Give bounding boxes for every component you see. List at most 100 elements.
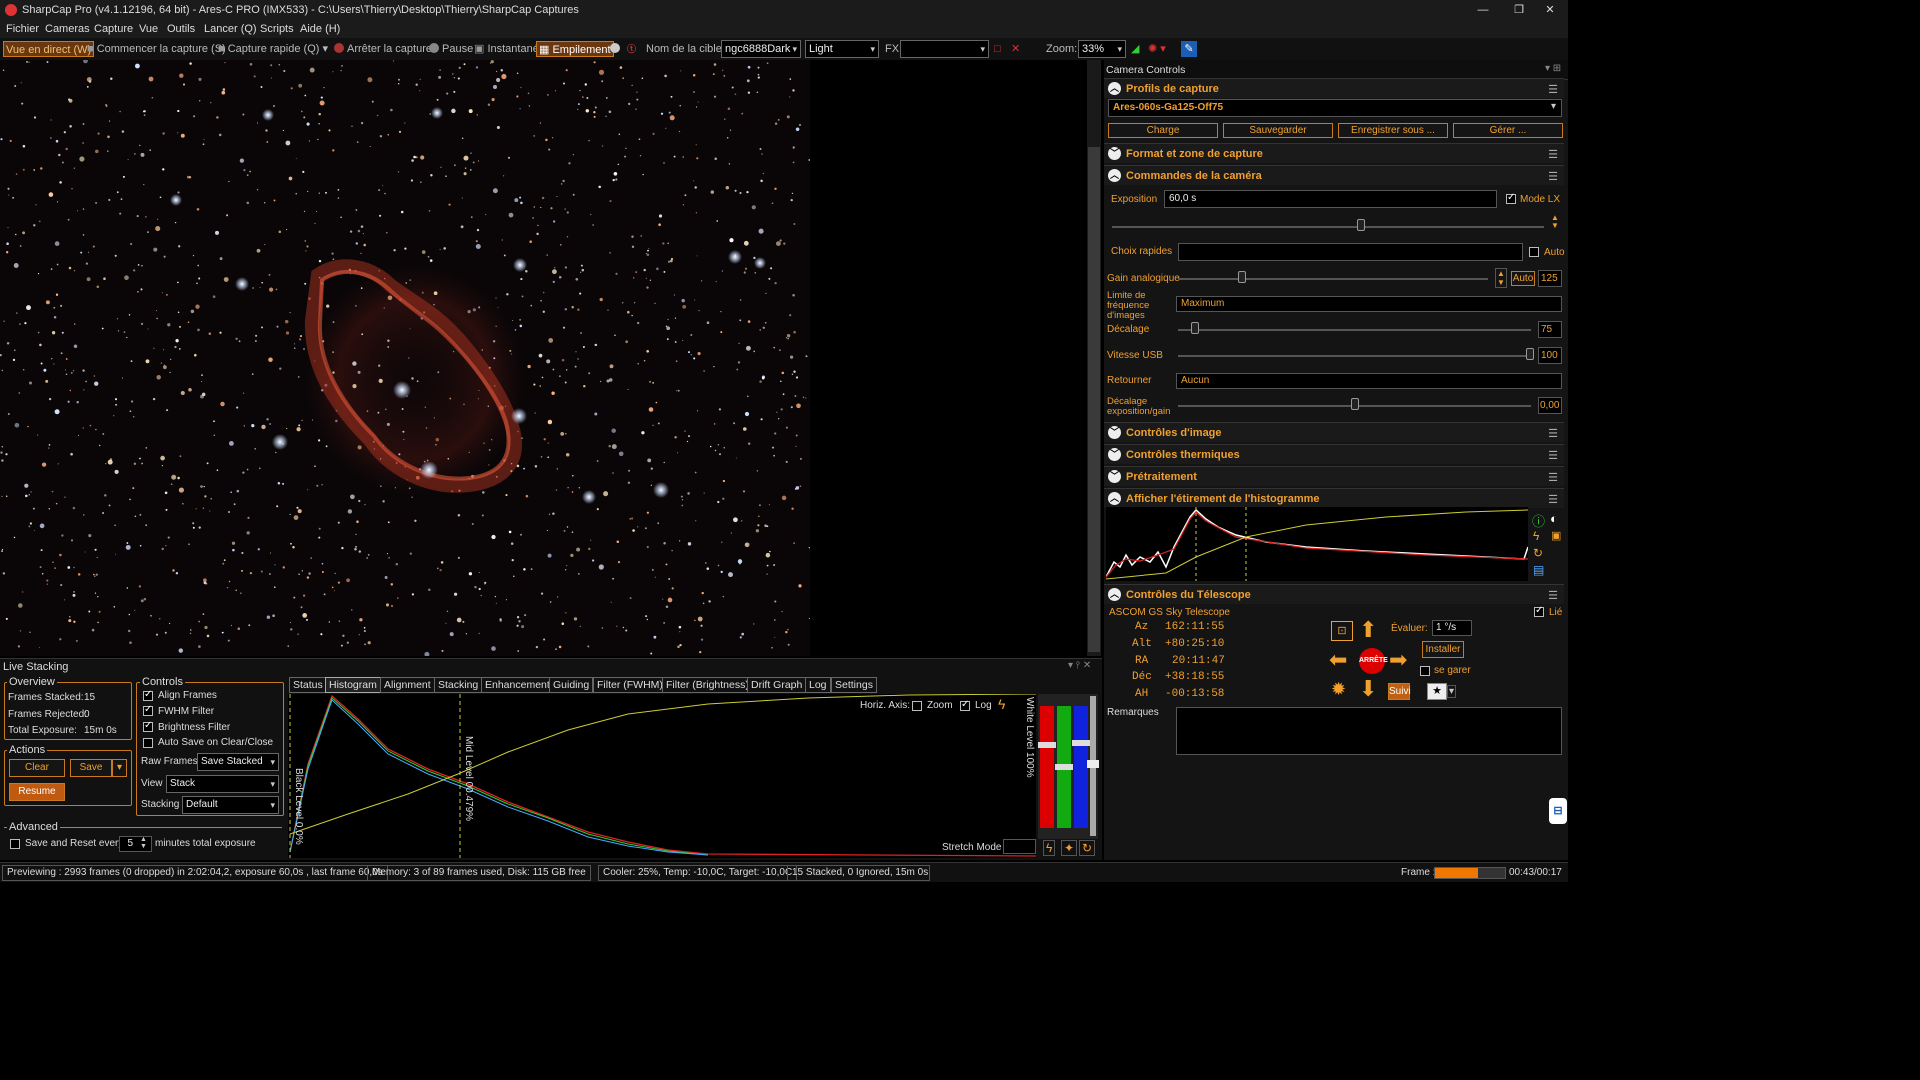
start-capture-button[interactable]: ■ Commencer la capture (S) — [87, 41, 226, 57]
expand-icon[interactable]: ﹀ — [1108, 448, 1121, 461]
stop-capture-button[interactable]: Arrêter la capture — [334, 41, 432, 57]
log-checkbox[interactable] — [960, 699, 970, 711]
menu-cameras[interactable]: Cameras — [45, 23, 90, 35]
brightness-filter-checkbox[interactable] — [143, 720, 153, 732]
tab-guiding[interactable]: Guiding — [549, 677, 594, 693]
profile-save-button[interactable]: Sauvegarder — [1223, 123, 1333, 138]
section-telescope-controls[interactable]: ︿ Contrôles du Télescope ☰ — [1104, 584, 1564, 604]
stretch-mode-select[interactable] — [1003, 839, 1036, 854]
red-level-bar[interactable] — [1040, 706, 1054, 828]
panel-controls-icon[interactable]: ▾ ⫯ ✕ — [1068, 660, 1091, 671]
zoom-checkbox[interactable] — [912, 701, 922, 711]
menu-scripts[interactable]: Scripts — [260, 23, 294, 35]
menu-tools[interactable]: Outils — [167, 23, 195, 35]
target-name-input[interactable]: ngc6888Dark — [721, 40, 801, 58]
offset-input[interactable]: 75 — [1538, 321, 1562, 338]
tab-filter-fwhm[interactable]: Filter (FWHM) — [593, 677, 667, 693]
tab-enhancement[interactable]: Enhancement — [481, 677, 554, 693]
gain-input[interactable]: 125 — [1538, 270, 1562, 287]
image-scrollbar-thumb[interactable] — [1088, 147, 1100, 652]
blue-mid-thumb[interactable] — [1072, 740, 1090, 746]
flip-select[interactable]: Aucun — [1176, 373, 1562, 389]
green-mid-thumb[interactable] — [1055, 764, 1073, 770]
auto-stretch-icon[interactable]: ⓘ — [1532, 511, 1545, 530]
fx-select[interactable] — [900, 40, 989, 58]
clear-button[interactable]: Clear — [9, 759, 65, 777]
arrow-left-icon[interactable]: ⬅ — [1329, 649, 1347, 671]
save-reset-checkbox[interactable] — [10, 839, 20, 849]
section-preprocessing[interactable]: ﹀ Prétraitement ☰ — [1104, 466, 1564, 486]
collapse-icon[interactable]: ︿ — [1108, 169, 1121, 182]
profile-save-as-button[interactable]: Enregistrer sous ... — [1338, 123, 1448, 138]
auto-save-checkbox[interactable] — [143, 738, 153, 748]
chevron-down-icon[interactable]: ▾ — [1447, 685, 1457, 698]
gain-auto-button[interactable]: Auto — [1511, 271, 1535, 286]
zoom-select[interactable]: 33% — [1078, 40, 1126, 58]
red-mid-thumb[interactable] — [1038, 742, 1056, 748]
gain-slider-track[interactable] — [1178, 278, 1488, 280]
menu-icon[interactable]: ☰ — [1548, 148, 1558, 161]
menu-file[interactable]: Fichier — [6, 23, 39, 35]
pause-button[interactable]: Pause — [429, 41, 473, 57]
linked-checkbox[interactable] — [1534, 605, 1544, 617]
park-checkbox[interactable] — [1420, 666, 1430, 676]
rgb-level-sliders[interactable] — [1038, 694, 1099, 839]
stop-button[interactable]: ARRÊTE — [1359, 648, 1388, 674]
save-dropdown-icon[interactable]: ▾ — [112, 759, 127, 777]
reset-icon[interactable]: ↻ — [1533, 546, 1543, 560]
tab-stacking[interactable]: Stacking — [434, 677, 483, 693]
blue-level-bar[interactable] — [1074, 706, 1088, 828]
quick-choice-auto-checkbox[interactable] — [1529, 247, 1539, 257]
expand-icon[interactable]: ﹀ — [1108, 470, 1121, 483]
profile-select[interactable]: Ares-060s-Ga125-Off75 — [1108, 99, 1562, 117]
section-capture-profiles[interactable]: ︿ Profils de capture ☰ — [1104, 78, 1564, 98]
collapse-icon[interactable]: ︿ — [1108, 588, 1121, 601]
menu-help[interactable]: Aide (H) — [300, 23, 340, 35]
menu-icon[interactable]: ☰ — [1548, 493, 1558, 506]
arrow-up-icon[interactable]: ⬆ — [1359, 619, 1377, 641]
gain-slider-thumb[interactable] — [1238, 271, 1246, 283]
rate-select[interactable]: 1 °/s — [1432, 620, 1472, 636]
exposure-slider-track[interactable] — [1112, 226, 1544, 228]
save-button[interactable]: Save — [70, 759, 112, 777]
sidebar-tool-icon[interactable]: ⊟ — [1549, 798, 1567, 824]
stacking-button[interactable]: ▦ Empilement — [536, 41, 614, 57]
histogram-stretch-graph[interactable] — [1105, 507, 1529, 581]
offset-slider-track[interactable] — [1178, 329, 1531, 331]
close-icon[interactable]: ✕ — [1532, 0, 1568, 20]
save-icon[interactable]: ▤ — [1533, 563, 1544, 577]
lock-icon[interactable]: ▣ — [1551, 529, 1561, 542]
menu-icon[interactable]: ☰ — [1548, 449, 1558, 462]
stacking-select[interactable]: Default — [182, 796, 279, 814]
lightning-icon[interactable]: ϟ — [998, 696, 1005, 712]
usb-slider-track[interactable] — [1178, 355, 1531, 357]
section-image-controls[interactable]: ﹀ Contrôles d'image ☰ — [1104, 422, 1564, 442]
paint-icon[interactable]: ✎ — [1181, 41, 1197, 57]
quick-choice-select[interactable] — [1178, 243, 1523, 261]
collapse-icon[interactable]: ︿ — [1108, 82, 1121, 95]
expgain-input[interactable]: 0,00 — [1538, 397, 1562, 414]
menu-icon[interactable]: ☰ — [1548, 427, 1558, 440]
tab-log[interactable]: Log — [805, 677, 831, 693]
menu-icon[interactable]: ☰ — [1548, 83, 1558, 96]
collapse-icon[interactable]: ︿ — [1108, 492, 1121, 505]
tab-filter-brightness[interactable]: Filter (Brightness) — [662, 677, 753, 693]
menu-capture[interactable]: Capture — [94, 23, 133, 35]
track-button[interactable]: Suivi — [1388, 683, 1411, 700]
live-view-button[interactable]: Vue en direct (W) — [3, 41, 95, 57]
framerate-select[interactable]: Maximum — [1176, 296, 1562, 312]
pin-icon[interactable]: ▾ ⊞ — [1545, 63, 1561, 74]
menu-view[interactable]: Vue — [139, 23, 158, 35]
tab-status[interactable]: Status — [289, 677, 327, 693]
profile-load-button[interactable]: Charge — [1108, 123, 1218, 138]
auto-level-icon[interactable]: ✦ — [1061, 840, 1078, 856]
lightning-icon[interactable]: ϟ — [1043, 840, 1056, 856]
spin-icon[interactable]: ▲ ▼ — [1551, 214, 1559, 230]
lightning-icon[interactable]: ϟ — [1533, 529, 1539, 543]
install-button[interactable]: Installer — [1422, 641, 1464, 658]
reset-icon[interactable]: ↻ — [1079, 840, 1096, 856]
section-camera-commands[interactable]: ︿ Commandes de la caméra ☰ — [1104, 165, 1564, 185]
arrow-down-icon[interactable]: ⬇ — [1359, 678, 1377, 700]
spin-icon[interactable]: ▲ ▼ — [1495, 268, 1507, 288]
lx-mode-checkbox[interactable] — [1506, 192, 1516, 204]
